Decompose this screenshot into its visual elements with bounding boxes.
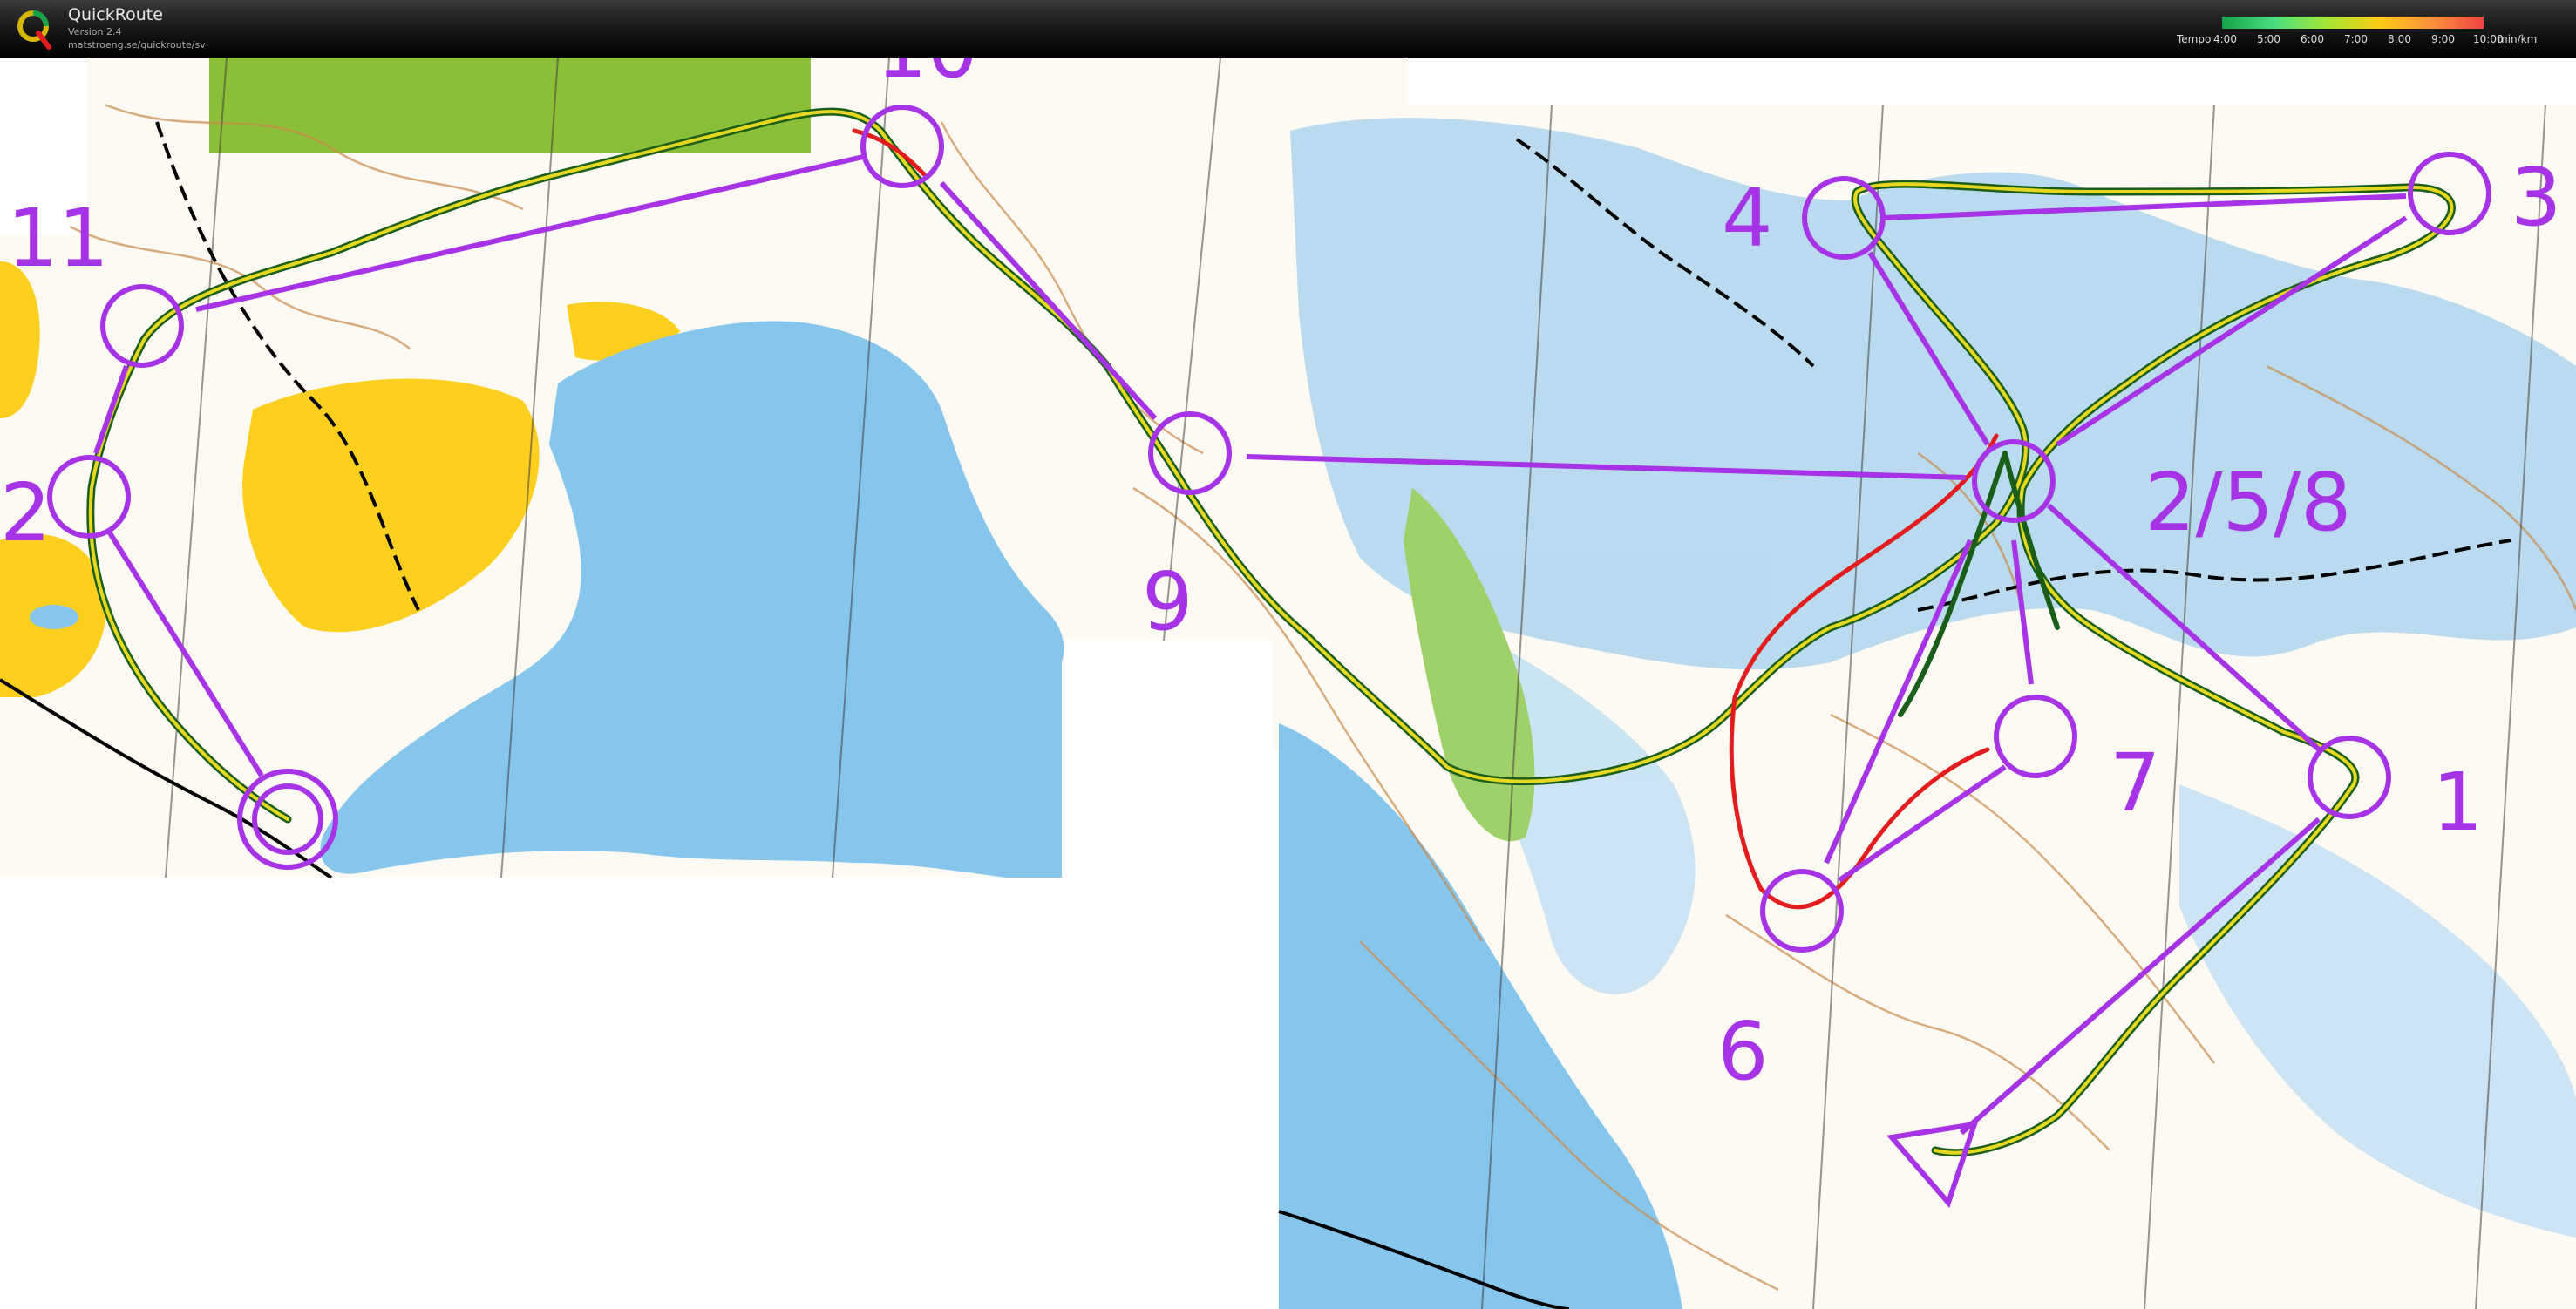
control-number-10: 10 xyxy=(876,58,978,96)
tempo-unit: min/km xyxy=(2498,33,2538,45)
app-title: QuickRoute xyxy=(68,5,163,24)
tempo-tick: 8:00 xyxy=(2388,33,2411,45)
orienteering-map[interactable]: 1 2/5/8 3 4 6 7 9 10 11 2 xyxy=(0,58,2576,1309)
control-number-9: 9 xyxy=(1142,555,1193,648)
lake-small xyxy=(30,605,78,629)
app-version: Version 2.4 xyxy=(68,26,122,37)
quickroute-logo-icon xyxy=(17,10,51,50)
app-header: QuickRoute Version 2.4 matstroeng.se/qui… xyxy=(0,0,2576,58)
control-number-7: 7 xyxy=(2110,736,2161,830)
tempo-label: Tempo xyxy=(2177,33,2212,45)
control-number-2-left: 2 xyxy=(0,466,51,560)
control-number-6: 6 xyxy=(1717,1005,1769,1098)
control-number-4: 4 xyxy=(1722,172,1773,265)
app-url: matstroeng.se/quickroute/sv xyxy=(68,39,206,51)
tempo-ticks: 4:00 5:00 6:00 7:00 8:00 9:00 10:00 xyxy=(2213,33,2504,45)
tempo-tick: 4:00 xyxy=(2213,33,2237,45)
tempo-legend: Tempo 4:00 5:00 6:00 7:00 8:00 9:00 10:0… xyxy=(2177,14,2560,49)
tempo-tick: 6:00 xyxy=(2301,33,2324,45)
tempo-tick: 9:00 xyxy=(2431,33,2455,45)
control-number-11: 11 xyxy=(7,192,109,285)
tempo-color-bar xyxy=(2222,17,2484,29)
green-area xyxy=(209,58,811,153)
tempo-tick: 7:00 xyxy=(2344,33,2368,45)
tempo-tick: 5:00 xyxy=(2257,33,2280,45)
control-number-3: 3 xyxy=(2511,151,2562,244)
control-number-2-5-8: 2/5/8 xyxy=(2144,456,2352,549)
control-number-1: 1 xyxy=(2432,756,2484,849)
